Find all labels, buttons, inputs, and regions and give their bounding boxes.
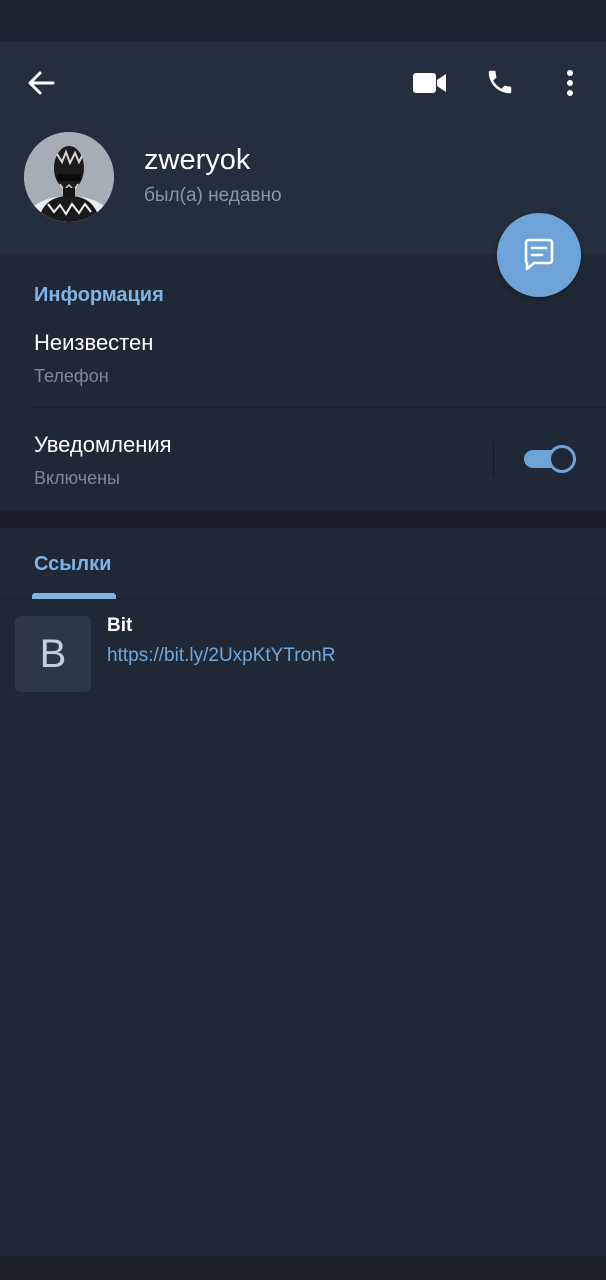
tab-links[interactable]: Ссылки [34, 553, 111, 576]
link-url[interactable]: https://bit.ly/2UxpKtYTronR [107, 645, 335, 667]
link-thumbnail: B [15, 616, 91, 692]
video-call-button[interactable] [406, 62, 454, 104]
link-item[interactable]: B Bit https://bit.ly/2UxpKtYTronR [0, 600, 606, 700]
call-button[interactable] [478, 60, 522, 104]
info-section-title: Информация [34, 284, 164, 306]
arrow-left-icon [28, 71, 55, 95]
tab-indicator [32, 593, 116, 599]
info-section: Информация Неизвестен Телефон Уведомлени… [0, 254, 606, 511]
back-button[interactable] [18, 62, 64, 104]
avatar-image [24, 132, 114, 222]
message-icon [524, 238, 554, 271]
notifications-label[interactable]: Уведомления [34, 432, 172, 458]
navigation-bar [0, 1256, 606, 1280]
more-vertical-icon [567, 70, 573, 96]
avatar[interactable] [24, 132, 114, 222]
link-title: Bit [107, 615, 133, 636]
divider [28, 407, 606, 408]
media-tabs: Ссылки [0, 528, 606, 599]
send-message-button[interactable] [497, 213, 581, 297]
profile-name: zweryok [144, 144, 251, 176]
toggle-knob [548, 445, 576, 473]
phone-icon [488, 70, 512, 94]
section-separator [0, 511, 606, 528]
phone-label: Телефон [34, 366, 109, 386]
video-call-icon [413, 73, 446, 93]
more-menu-button[interactable] [552, 62, 588, 104]
profile-status: был(а) недавно [144, 185, 282, 206]
vertical-divider [493, 442, 494, 476]
status-bar [0, 0, 606, 42]
notifications-status: Включены [34, 468, 120, 488]
notifications-toggle[interactable] [524, 445, 576, 473]
phone-value[interactable]: Неизвестен [34, 330, 153, 356]
